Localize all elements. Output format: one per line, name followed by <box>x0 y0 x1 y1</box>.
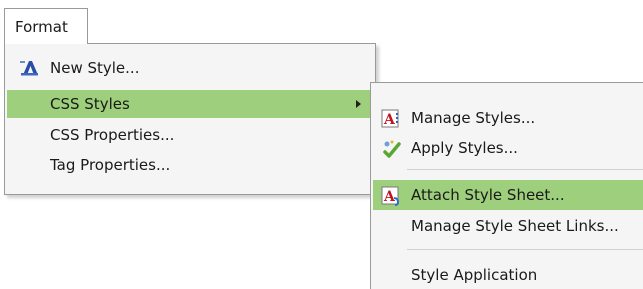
menu-item-label: Tag Properties... <box>50 156 171 174</box>
apply-styles-icon <box>381 139 403 159</box>
svg-text:A: A <box>383 112 396 128</box>
format-menu-dropdown: New Style... CSS Styles CSS Properties..… <box>4 43 376 195</box>
svg-text:A: A <box>383 189 396 205</box>
submenu-item-label: Manage Styles... <box>411 109 536 127</box>
submenu-arrow-icon <box>356 100 361 108</box>
menu-item-label: CSS Styles <box>50 95 130 113</box>
submenu-item-style-application[interactable]: Style Application <box>373 260 643 289</box>
menu-item-label: New Style... <box>50 59 140 77</box>
submenu-item-label: Attach Style Sheet... <box>411 186 565 204</box>
format-menu-button[interactable]: Format <box>4 8 88 44</box>
submenu-item-apply-styles[interactable]: Apply Styles... <box>373 133 643 163</box>
submenu-separator <box>407 169 643 170</box>
submenu-item-label: Manage Style Sheet Links... <box>411 217 619 235</box>
menu-item-css-properties[interactable]: CSS Properties... <box>7 121 373 149</box>
menu-item-css-styles[interactable]: CSS Styles <box>7 90 373 118</box>
manage-styles-icon: A <box>381 109 403 129</box>
submenu-item-manage-styles[interactable]: A Manage Styles... <box>373 103 643 133</box>
css-styles-submenu: A Manage Styles... Apply Styles... A Att… <box>370 82 643 289</box>
submenu-item-manage-style-sheet-links[interactable]: Manage Style Sheet Links... <box>373 211 643 241</box>
attach-style-sheet-icon: A <box>381 186 403 206</box>
submenu-item-label: Apply Styles... <box>411 139 518 157</box>
submenu-separator <box>407 249 643 250</box>
submenu-item-label: Style Application <box>411 266 538 284</box>
menu-item-new-style[interactable]: New Style... <box>7 54 373 82</box>
format-menu-label: Format <box>15 18 68 36</box>
menu-item-tag-properties[interactable]: Tag Properties... <box>7 151 373 179</box>
screen: Format New Style... CSS Styles CSS Prope… <box>0 0 643 289</box>
new-style-icon <box>19 59 39 77</box>
menu-item-label: CSS Properties... <box>50 126 175 144</box>
submenu-item-attach-style-sheet[interactable]: A Attach Style Sheet... <box>373 180 643 210</box>
